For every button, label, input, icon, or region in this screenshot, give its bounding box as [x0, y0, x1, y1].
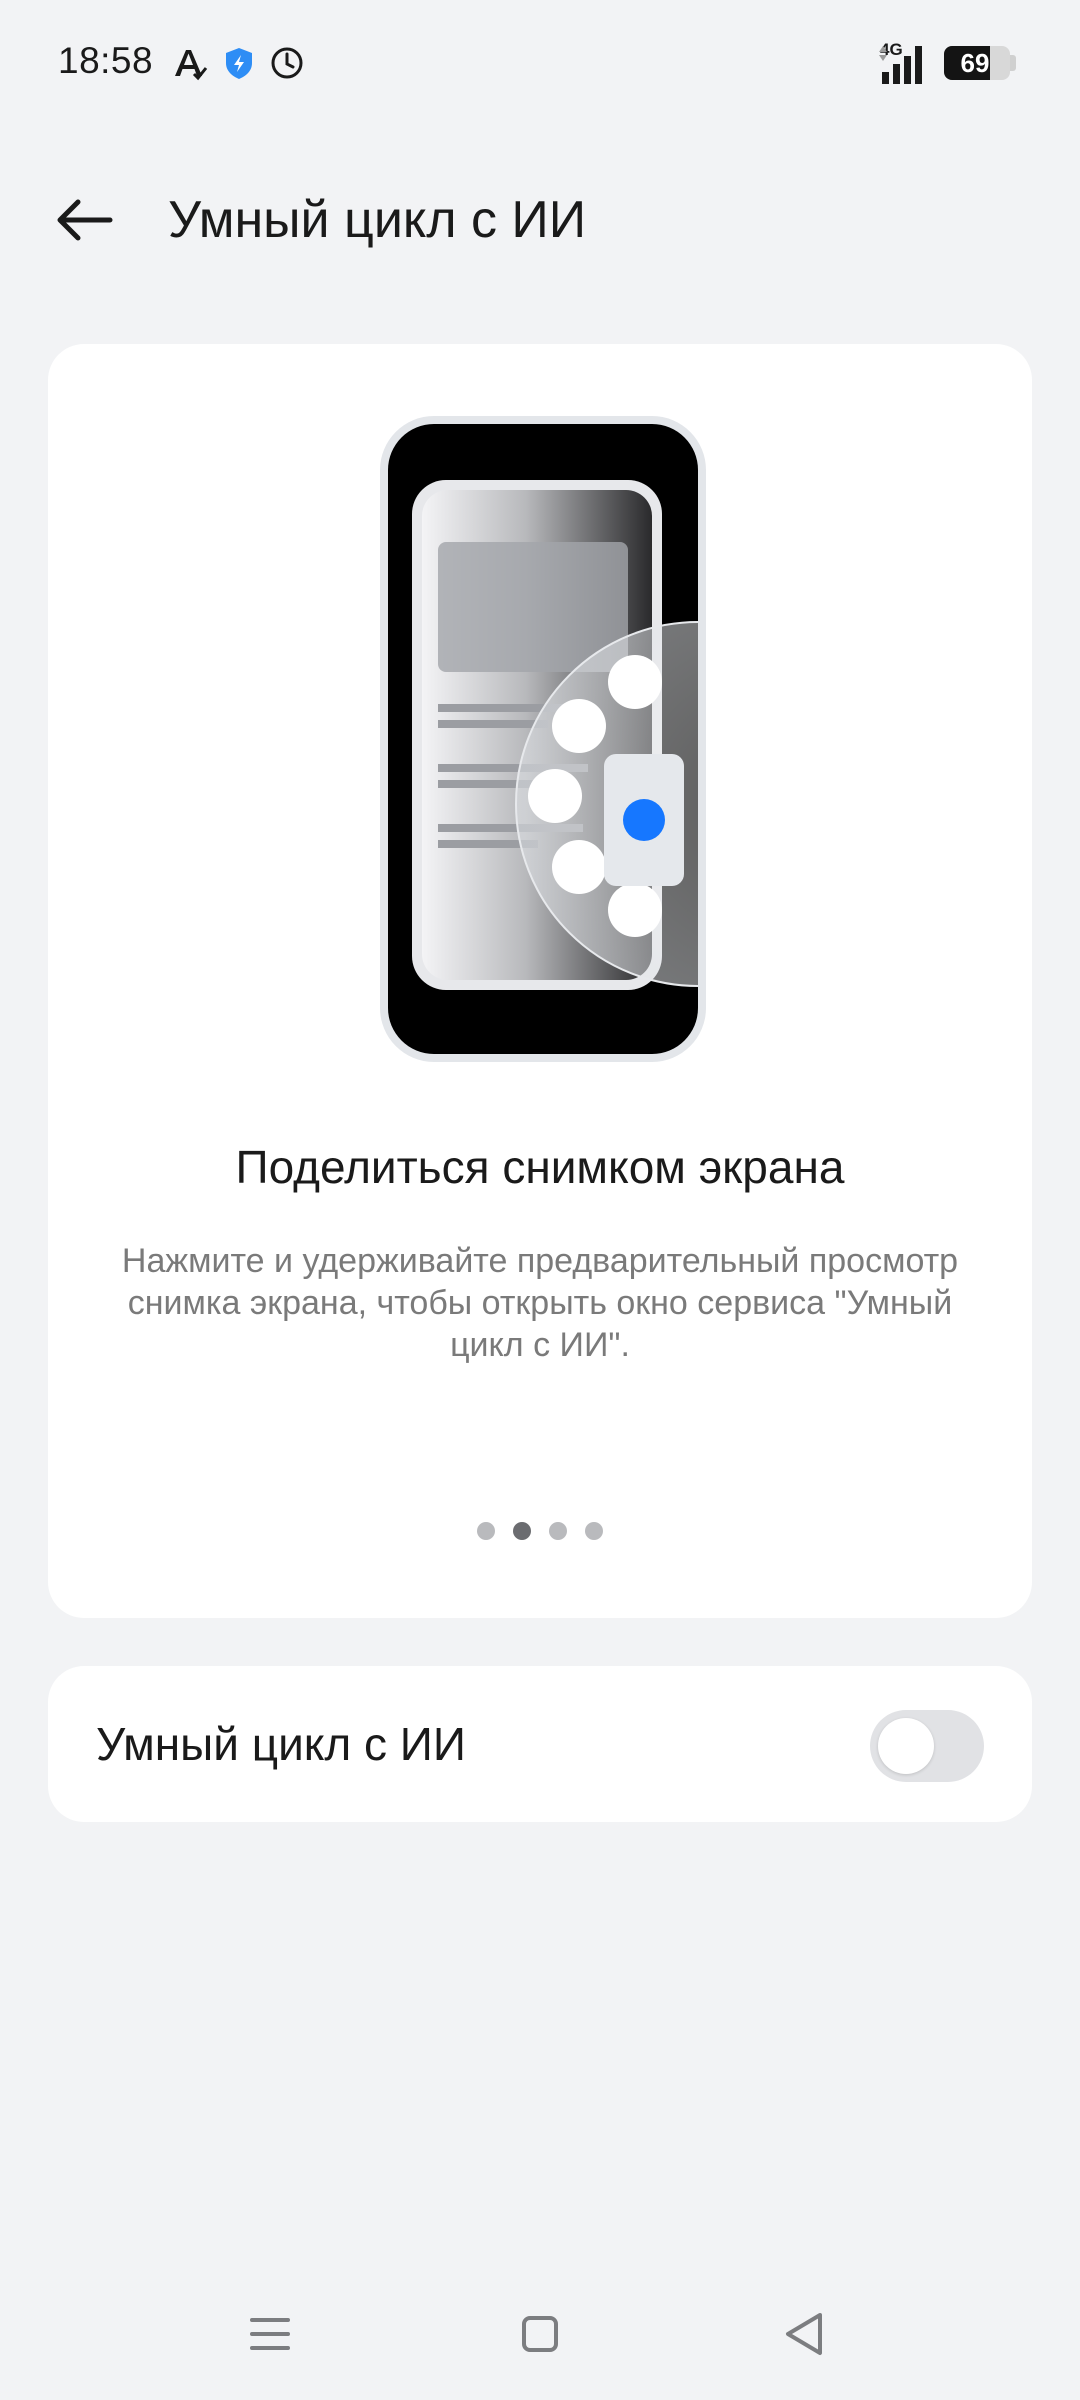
nav-home-button[interactable]: [500, 2298, 580, 2370]
page-indicator: [48, 1522, 1032, 1540]
feature-title: Поделиться снимком экрана: [235, 1141, 845, 1193]
arrow-left-icon: [57, 199, 113, 241]
feature-description: Нажмите и удерживайте предварительный пр…: [121, 1242, 959, 1364]
page-title: Умный цикл с ИИ: [168, 191, 587, 249]
back-button[interactable]: [48, 184, 120, 256]
back-triangle-icon: [786, 2313, 822, 2355]
smart-cycle-toggle[interactable]: [870, 1710, 984, 1782]
battery-level: 69: [960, 47, 990, 78]
signal-icon: [879, 46, 922, 84]
battery-cap: [1010, 55, 1016, 71]
page-dot-1: [477, 1522, 495, 1540]
clock-icon: [271, 47, 303, 79]
font-app-icon: [175, 50, 208, 81]
toggle-label: Умный цикл с ИИ: [96, 1718, 466, 1770]
page-dot-2: [513, 1522, 531, 1540]
status-bar: 18:58 4G 69: [0, 0, 1080, 126]
nav-back-button[interactable]: [764, 2298, 844, 2370]
page-dot-4: [585, 1522, 603, 1540]
toggle-row[interactable]: Умный цикл с ИИ: [48, 1666, 1032, 1822]
shield-icon: [226, 48, 252, 79]
screenshot-share-illustration: [380, 416, 706, 1062]
home-icon: [522, 2316, 558, 2352]
page-dot-3: [549, 1522, 567, 1540]
battery-indicator: 69: [944, 46, 1010, 80]
toggle-knob: [878, 1718, 934, 1774]
nav-menu-button[interactable]: [230, 2298, 310, 2370]
menu-icon: [250, 2318, 290, 2350]
status-time: 18:58: [58, 40, 154, 81]
feature-card[interactable]: Поделиться снимком экрана Нажмите и удер…: [48, 344, 1032, 1618]
